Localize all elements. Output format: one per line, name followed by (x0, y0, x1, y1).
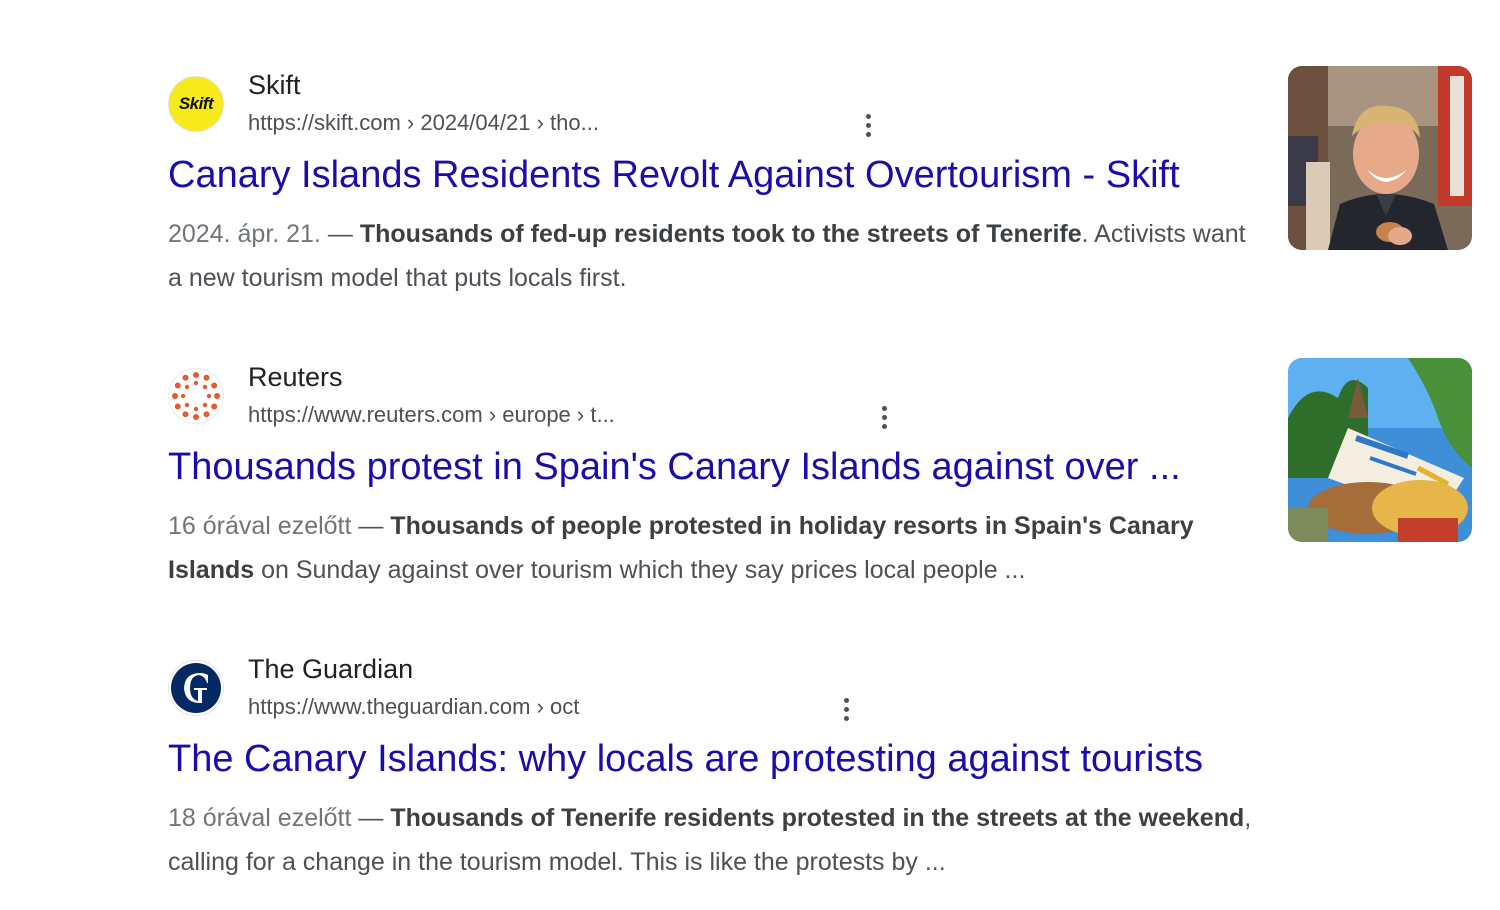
result-snippet: 18 órával ezelőtt — Thousands of Tenerif… (168, 796, 1258, 884)
site-name[interactable]: Reuters (248, 362, 343, 393)
reuters-dots (172, 372, 220, 420)
result-date: 18 órával ezelőtt (168, 804, 352, 832)
result-title-link[interactable]: The Canary Islands: why locals are prote… (168, 738, 1203, 781)
result-snippet: 16 órával ezelőtt — Thousands of people … (168, 504, 1258, 592)
reuters-logo-icon[interactable] (168, 368, 224, 424)
site-url[interactable]: https://www.theguardian.com › oct (248, 694, 579, 720)
result-thumbnail[interactable] (1288, 358, 1472, 542)
guardian-g (171, 663, 221, 713)
site-url[interactable]: https://skift.com › 2024/04/21 › tho... (248, 110, 599, 136)
snippet-separator: — (320, 220, 360, 248)
more-vert-icon[interactable] (856, 110, 880, 140)
result-title-link[interactable]: Thousands protest in Spain's Canary Isla… (168, 446, 1181, 489)
result-date: 16 órával ezelőtt (168, 512, 352, 540)
snippet-separator: — (351, 804, 391, 832)
more-vert-icon[interactable] (872, 402, 896, 432)
snippet-text: on Sunday against over tourism which the… (254, 556, 1026, 584)
more-vert-icon[interactable] (834, 694, 858, 724)
guardian-logo-icon[interactable] (168, 660, 224, 716)
skift-logo-text: Skift (178, 94, 214, 113)
result-title-link[interactable]: Canary Islands Residents Revolt Against … (168, 154, 1180, 197)
site-name[interactable]: Skift (248, 70, 301, 101)
result-snippet: 2024. ápr. 21. — Thousands of fed-up res… (168, 212, 1258, 300)
site-url[interactable]: https://www.reuters.com › europe › t... (248, 402, 615, 428)
snippet-separator: — (351, 512, 391, 540)
skift-logo-icon[interactable]: Skift (168, 76, 224, 132)
smiling-man-photo (1288, 66, 1472, 250)
snippet-bold: Thousands of Tenerife residents proteste… (390, 804, 1245, 832)
result-date: 2024. ápr. 21. (168, 220, 321, 248)
snippet-bold: Thousands of fed-up residents took to th… (359, 220, 1082, 248)
result-thumbnail[interactable] (1288, 66, 1472, 250)
protest-sign-photo (1288, 358, 1472, 542)
site-name[interactable]: The Guardian (248, 654, 413, 685)
